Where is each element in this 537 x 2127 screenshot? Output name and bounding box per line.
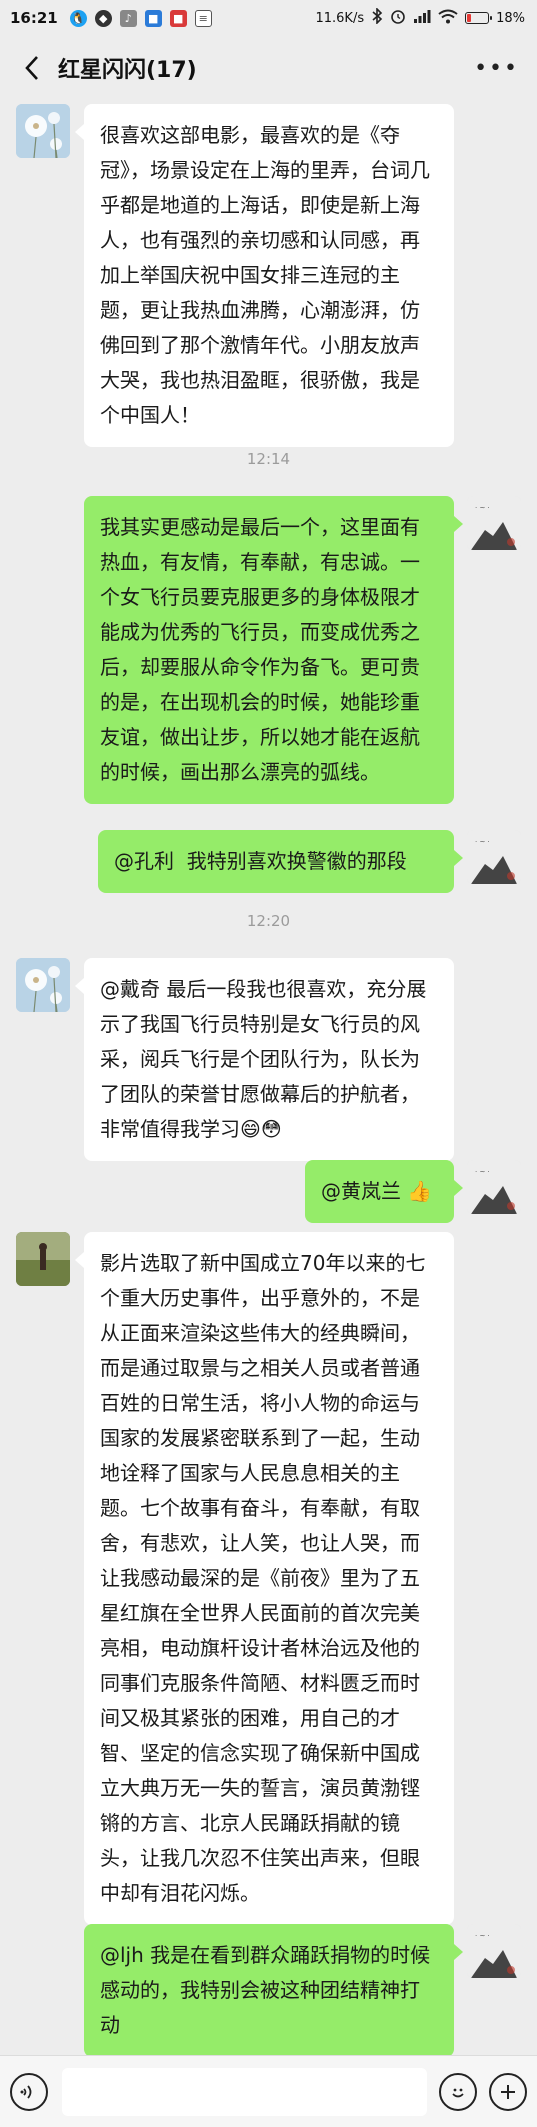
chat-header: 红星闪闪(17) ••• [0, 36, 537, 100]
network-speed: 11.6K/s [315, 10, 365, 26]
svg-text:· ~ ·: · ~ · [475, 504, 490, 512]
svg-text:· ~ ·: · ~ · [475, 1932, 490, 1940]
signal-icon [413, 9, 431, 27]
document-icon: ≡ [194, 9, 212, 27]
voice-icon[interactable] [10, 2072, 48, 2111]
input-bar [0, 2055, 537, 2127]
message-bubble[interactable]: 影片选取了新中国成立70年以来的七个重大历史事件，出乎意外的，不是从正面来渲染这… [75, 1232, 454, 1925]
self-avatar[interactable]: · ~ · [467, 830, 521, 884]
self-avatar[interactable]: · ~ · [467, 1924, 521, 1978]
battery-fill [467, 14, 472, 22]
self-avatar[interactable]: · ~ · [467, 496, 521, 550]
message-bubble[interactable]: @孔利 我特别喜欢换警徽的那段 [98, 830, 463, 893]
status-right: 11.6K/s 18% [315, 7, 525, 28]
battery-icon [465, 12, 493, 24]
bluetooth-icon [371, 7, 383, 28]
wifi-icon [438, 9, 458, 28]
music-app-icon: ♪ [119, 9, 137, 27]
status-time: 16:21 [10, 9, 58, 27]
self-avatar[interactable]: · ~ · [467, 1160, 521, 1214]
more-dots-icon[interactable]: ••• [474, 56, 519, 81]
blue-app-icon: ■ [144, 9, 162, 27]
battery-percent: 18% [496, 10, 525, 26]
message-bubble[interactable]: @ljh 我是在看到群众踊跃捐物的时候感动的，我特别会被这种团结精神打动 [84, 1924, 463, 2057]
timestamp-divider: 12:20 [246, 912, 291, 930]
message-bubble[interactable]: 我其实更感动是最后一个，这里面有热血，有友情，有奉献，有忠诚。一个女飞行员要克服… [84, 496, 463, 804]
field-avatar[interactable] [16, 1232, 70, 1286]
emoji-icon[interactable] [439, 2072, 477, 2111]
status-left: 16:21 🐧 ◆ ♪ ■ ■ ≡ [10, 9, 212, 27]
plus-icon[interactable] [489, 2072, 527, 2111]
timestamp-divider: 12:14 [246, 450, 291, 468]
message-bubble[interactable]: @戴奇 最后一段我也很喜欢，充分展示了我国飞行员特别是女飞行员的风采，阅兵飞行是… [75, 958, 454, 1161]
message-bubble[interactable]: @黄岚兰 👍 [305, 1160, 463, 1223]
svg-text:· ~ ·: · ~ · [475, 838, 490, 846]
chat-screen: 16:21 🐧 ◆ ♪ ■ ■ ≡ 11.6K/s 18% 红星闪闪(17) •… [0, 0, 537, 2127]
shield-app-icon: ◆ [94, 9, 112, 27]
alarm-icon [390, 8, 406, 28]
chevron-left-icon[interactable] [18, 54, 46, 82]
svg-text:· ~ ·: · ~ · [475, 1168, 490, 1176]
chat-title: 红星闪闪(17) [58, 58, 197, 83]
dandelion-avatar[interactable] [16, 958, 70, 1012]
qq-icon: 🐧 [69, 9, 87, 27]
status-bar: 16:21 🐧 ◆ ♪ ■ ■ ≡ 11.6K/s 18% [0, 0, 537, 36]
dandelion-avatar[interactable] [16, 104, 70, 158]
message-input[interactable] [62, 2067, 427, 2116]
message-bubble[interactable]: 很喜欢这部电影，最喜欢的是《夺冠》，场景设定在上海的里弄，台词几乎都是地道的上海… [75, 104, 454, 447]
red-app-icon: ■ [169, 9, 187, 27]
